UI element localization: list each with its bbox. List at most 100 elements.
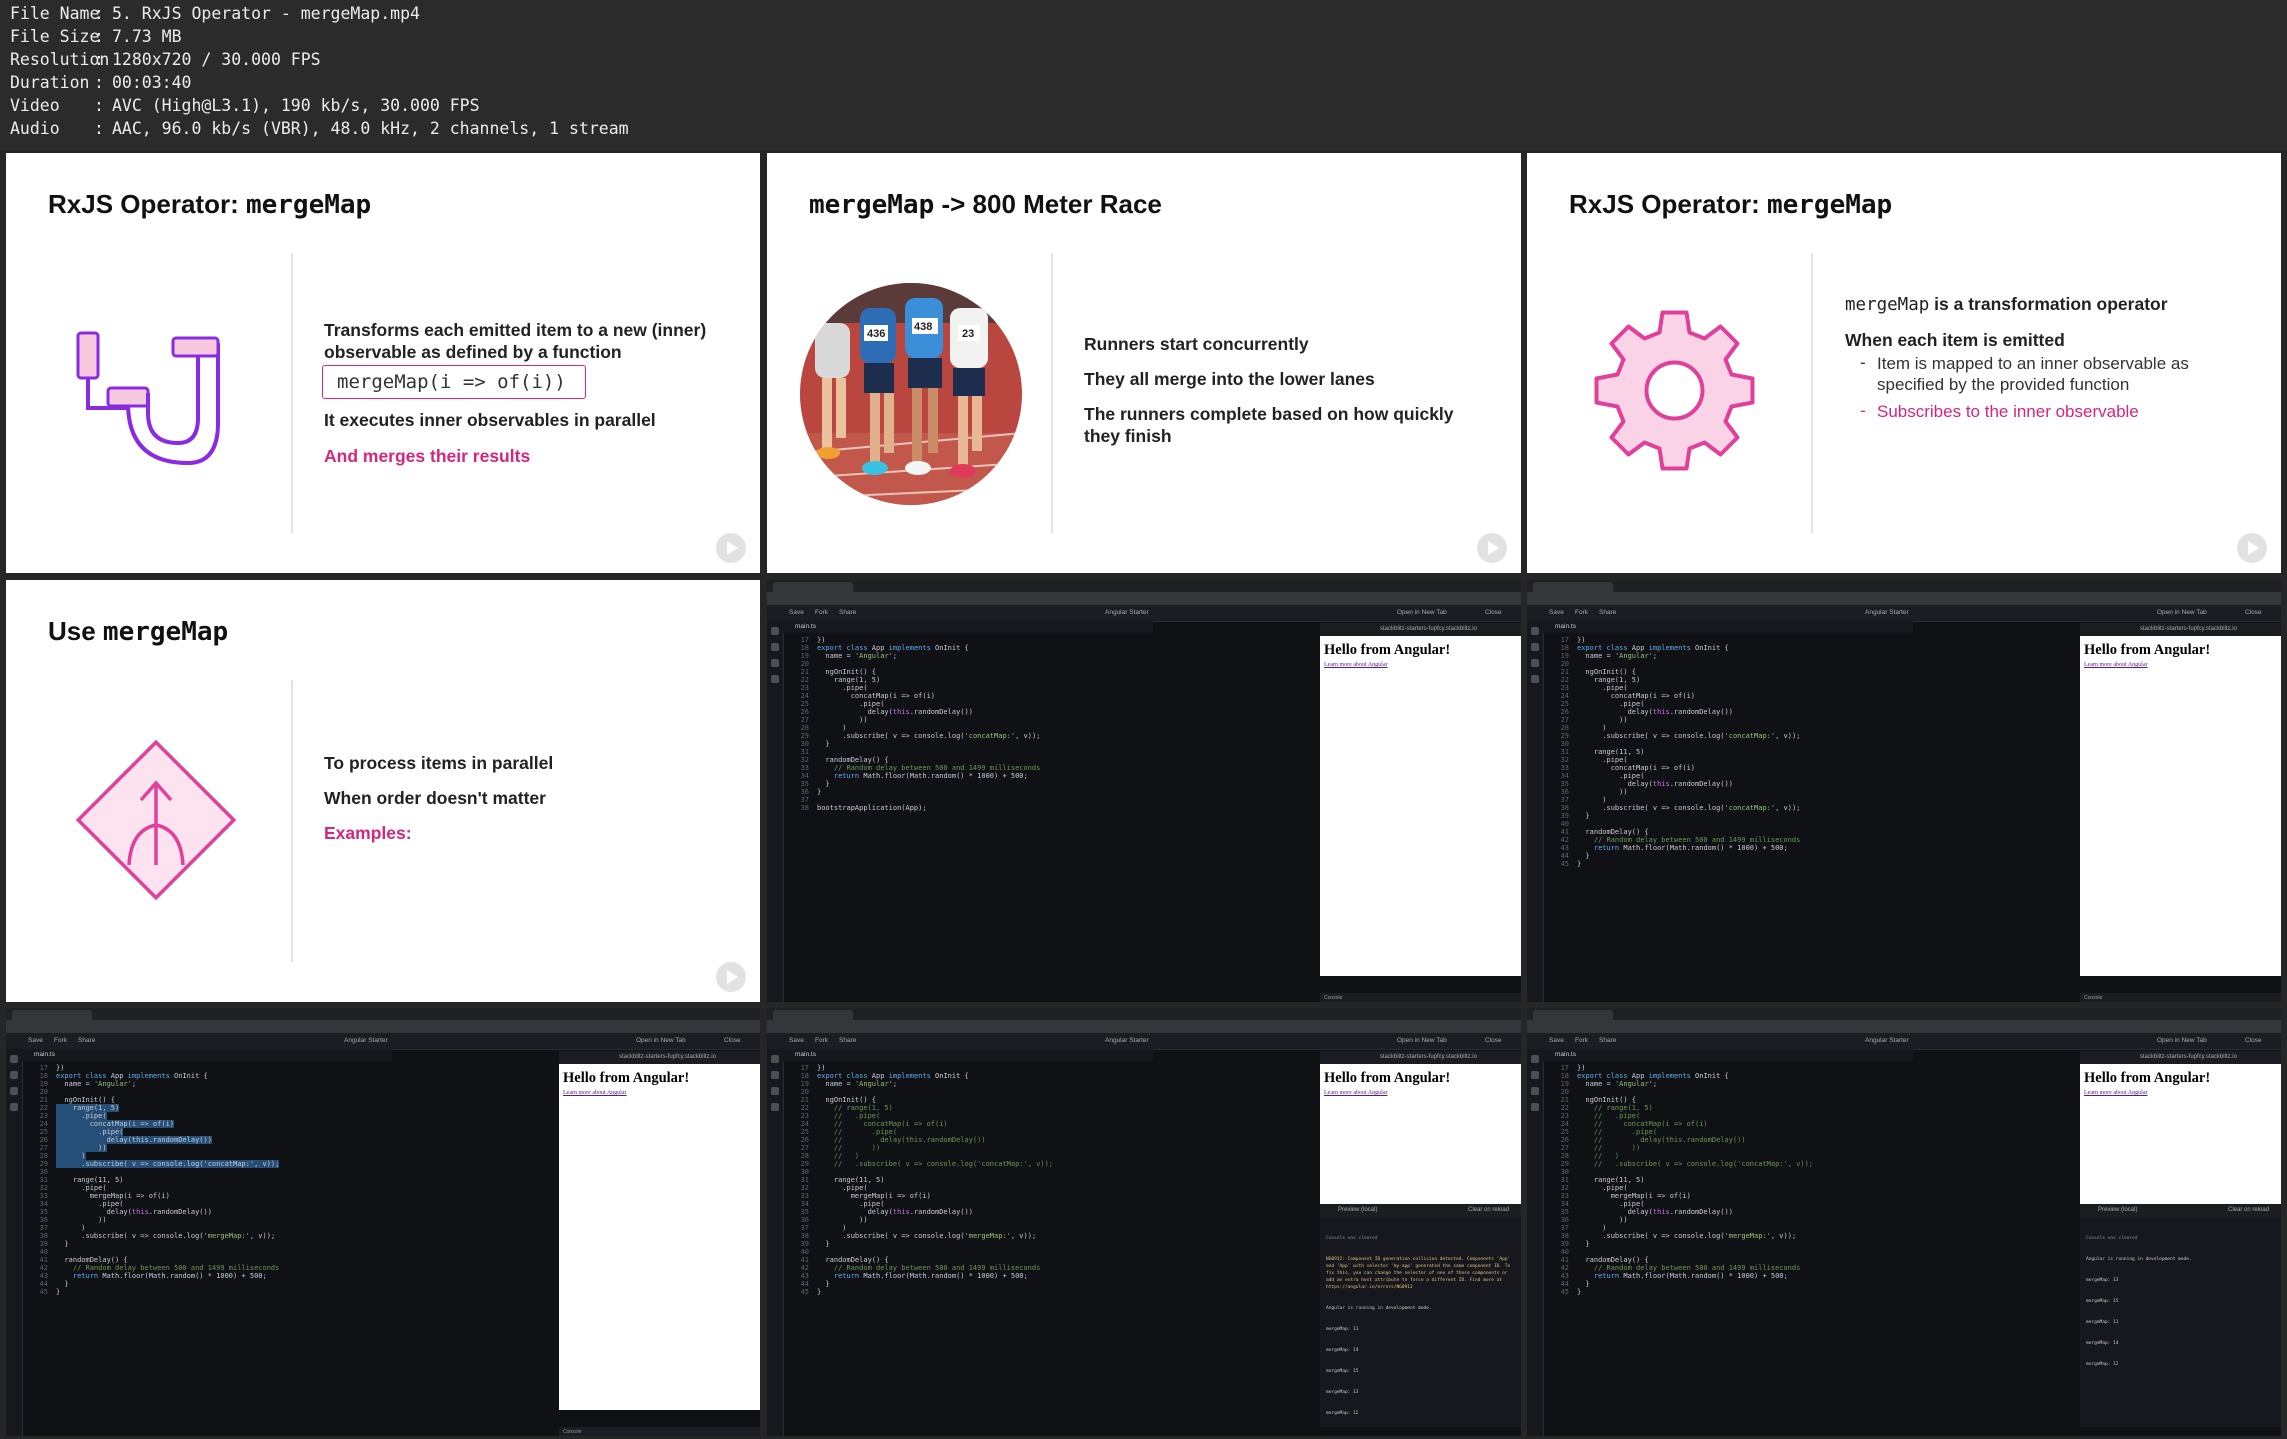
media-info-key: File Size xyxy=(10,27,100,46)
open-new-tab-button[interactable]: Open in New Tab xyxy=(2157,609,2207,616)
slide-transformation-operator: RxJS Operator: mergeMap mergeMap is a tr… xyxy=(1527,153,2281,573)
merge-arrow-icon xyxy=(75,739,237,901)
close-button[interactable]: Close xyxy=(2245,1037,2262,1044)
code-editor[interactable]: 17}) 18 export class App implements OnIni… xyxy=(24,1064,280,1296)
race-bib: 438 xyxy=(914,321,933,333)
media-info-key: Audio xyxy=(10,119,60,138)
browser-tab[interactable] xyxy=(1533,582,1613,592)
stackblitz-toolbar: Save Fork Share Angular Starter Open in … xyxy=(1527,1033,2281,1050)
open-new-tab-button[interactable]: Open in New Tab xyxy=(1397,609,1447,616)
stackblitz-toolbar: Save Fork Share Angular Starter Open in … xyxy=(1527,605,2281,622)
save-button[interactable]: Save xyxy=(28,1037,43,1044)
clear-on-reload-checkbox[interactable]: Clear on reload xyxy=(2228,1207,2269,1213)
activity-bar xyxy=(1527,621,1544,1002)
code-editor[interactable]: 17}) 18 export class App implements OnIni… xyxy=(785,1064,1053,1296)
preview-url[interactable]: stackblitz-starters-fupfcy.stackblitz.io xyxy=(1380,626,1477,632)
code-editor[interactable]: 17}) 18 export class App implements OnIni… xyxy=(1545,636,1801,868)
console-line: mergeMap: 13 xyxy=(1326,1390,1359,1395)
slide-text-1: Transforms each emitted item to a new (i… xyxy=(324,320,707,362)
project-title: Angular Starter xyxy=(1865,1037,1909,1044)
fork-button[interactable]: Fork xyxy=(54,1037,67,1044)
close-button[interactable]: Close xyxy=(1485,609,1502,616)
gear-icon xyxy=(1594,310,1755,471)
file-tab[interactable]: main.ts xyxy=(1555,1051,1576,1058)
preview-select[interactable]: Preview (local) xyxy=(2098,1207,2137,1213)
hello-heading: Hello from Angular! xyxy=(1324,1070,1451,1086)
file-tab[interactable]: main.ts xyxy=(34,1051,55,1058)
stackblitz-toolbar: Save Fork Share Angular Starter Open in … xyxy=(6,1033,760,1050)
watermark-icon xyxy=(716,533,746,563)
slide-text-3: Examples: xyxy=(324,823,412,843)
activity-bar xyxy=(767,1049,784,1436)
save-button[interactable]: Save xyxy=(789,609,804,616)
open-new-tab-button[interactable]: Open in New Tab xyxy=(636,1037,686,1044)
runners-photo xyxy=(800,283,1022,505)
share-button[interactable]: Share xyxy=(839,609,856,616)
slide-mergemap-intro: RxJS Operator: mergeMap Transforms each … xyxy=(6,153,760,573)
learn-more-link[interactable]: Learn more about Angular xyxy=(1324,1090,1387,1096)
stackblitz-toolbar: Save Fork Share Angular Starter Open in … xyxy=(767,1033,1521,1050)
open-new-tab-button[interactable]: Open in New Tab xyxy=(2157,1037,2207,1044)
project-title: Angular Starter xyxy=(1105,609,1149,616)
console-line: mergeMap: 15 xyxy=(1326,1369,1359,1374)
console-toggle[interactable]: Console xyxy=(1324,995,1342,1001)
slide-text-1: Runners start concurrently xyxy=(1084,334,1309,354)
share-button[interactable]: Share xyxy=(839,1037,856,1044)
media-info-row: Duration:00:03:40 xyxy=(10,73,192,92)
save-button[interactable]: Save xyxy=(1549,1037,1564,1044)
project-title: Angular Starter xyxy=(1105,1037,1149,1044)
console-toggle[interactable]: Console xyxy=(2084,995,2102,1001)
media-info-value: 5. RxJS Operator - mergeMap.mp4 xyxy=(112,4,420,23)
console-output: Console was cleared Angular is running i… xyxy=(2080,1217,2281,1427)
media-info-key: Resolution xyxy=(10,50,110,69)
file-tab[interactable]: main.ts xyxy=(795,623,816,630)
preview-url[interactable]: stackblitz-starters-fupfcy.stackblitz.io xyxy=(2140,1054,2237,1060)
fork-button[interactable]: Fork xyxy=(1575,609,1588,616)
browser-tab[interactable] xyxy=(773,1010,853,1020)
save-button[interactable]: Save xyxy=(1549,609,1564,616)
learn-more-link[interactable]: Learn more about Angular xyxy=(563,1090,626,1096)
console-line: Angular is running in development mode. xyxy=(2086,1257,2192,1262)
close-button[interactable]: Close xyxy=(1485,1037,1502,1044)
fork-button[interactable]: Fork xyxy=(815,1037,828,1044)
fork-button[interactable]: Fork xyxy=(815,609,828,616)
slide-text-3: The runners complete based on how quickl… xyxy=(1084,404,1454,446)
preview-select[interactable]: Preview (local) xyxy=(1338,1207,1377,1213)
save-button[interactable]: Save xyxy=(789,1037,804,1044)
code-editor[interactable]: 17}) 18 export class App implements OnIni… xyxy=(785,636,1041,812)
ide-screenshot-console-a: Save Fork Share Angular Starter Open in … xyxy=(767,1008,1521,1436)
share-button[interactable]: Share xyxy=(78,1037,95,1044)
console-line: mergeMap: 14 xyxy=(1326,1348,1359,1353)
media-info-row: File Size: 7.73 MB xyxy=(10,27,182,46)
console-toggle[interactable]: Console xyxy=(563,1429,581,1435)
learn-more-link[interactable]: Learn more about Angular xyxy=(1324,662,1387,668)
share-button[interactable]: Share xyxy=(1599,1037,1616,1044)
file-tab[interactable]: main.ts xyxy=(1555,623,1576,630)
browser-tab[interactable] xyxy=(12,1010,92,1020)
media-info-row: Resolution: 1280x720 / 30.000 FPS xyxy=(10,50,321,69)
preview-url[interactable]: stackblitz-starters-fupfcy.stackblitz.io xyxy=(2140,626,2237,632)
browser-tab[interactable] xyxy=(1533,1010,1613,1020)
code-editor[interactable]: 17}) 18 export class App implements OnIni… xyxy=(1545,1064,1813,1296)
close-button[interactable]: Close xyxy=(2245,609,2262,616)
share-button[interactable]: Share xyxy=(1599,609,1616,616)
preview-pane: Hello from Angular! Learn more about Ang… xyxy=(559,1064,760,1410)
file-tab[interactable]: main.ts xyxy=(795,1051,816,1058)
learn-more-link[interactable]: Learn more about Angular xyxy=(2084,662,2147,668)
open-new-tab-button[interactable]: Open in New Tab xyxy=(1397,1037,1447,1044)
close-button[interactable]: Close xyxy=(724,1037,741,1044)
preview-url[interactable]: stackblitz-starters-fupfcy.stackblitz.io xyxy=(1380,1054,1477,1060)
project-title: Angular Starter xyxy=(344,1037,388,1044)
watermark-icon xyxy=(2237,533,2267,563)
preview-url[interactable]: stackblitz-starters-fupfcy.stackblitz.io xyxy=(619,1054,716,1060)
fork-button[interactable]: Fork xyxy=(1575,1037,1588,1044)
activity-bar xyxy=(1527,1049,1544,1436)
learn-more-link[interactable]: Learn more about Angular xyxy=(2084,1090,2147,1096)
project-title: Angular Starter xyxy=(1865,609,1909,616)
browser-tab[interactable] xyxy=(773,582,853,592)
clear-on-reload-checkbox[interactable]: Clear on reload xyxy=(1468,1207,1509,1213)
preview-pane: Hello from Angular! Learn more about Ang… xyxy=(2080,636,2281,976)
race-bib: 436 xyxy=(867,328,886,340)
bullet-dash: - xyxy=(1860,401,1866,420)
console-header: Preview (local) Clear on reload xyxy=(1320,1204,1521,1217)
